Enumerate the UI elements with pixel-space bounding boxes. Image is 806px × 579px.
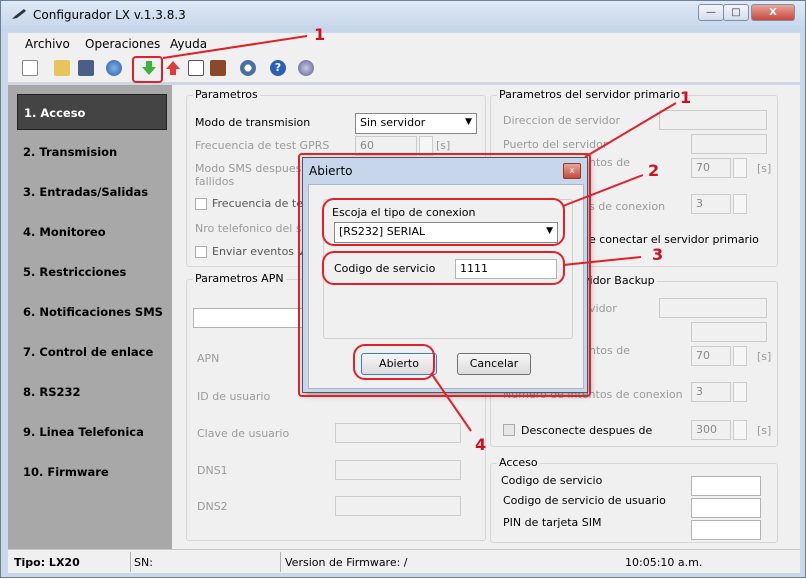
annotation-number-1: 1: [314, 25, 326, 44]
annotation-number-4: 4: [475, 435, 487, 454]
annotation-number-3: 3: [652, 245, 664, 264]
annotation-number-1b: 1: [680, 88, 692, 107]
annotation-number-2: 2: [648, 161, 660, 180]
app-window: Configurador LX v.1.3.8.3 — □ X Archivo …: [0, 0, 806, 578]
